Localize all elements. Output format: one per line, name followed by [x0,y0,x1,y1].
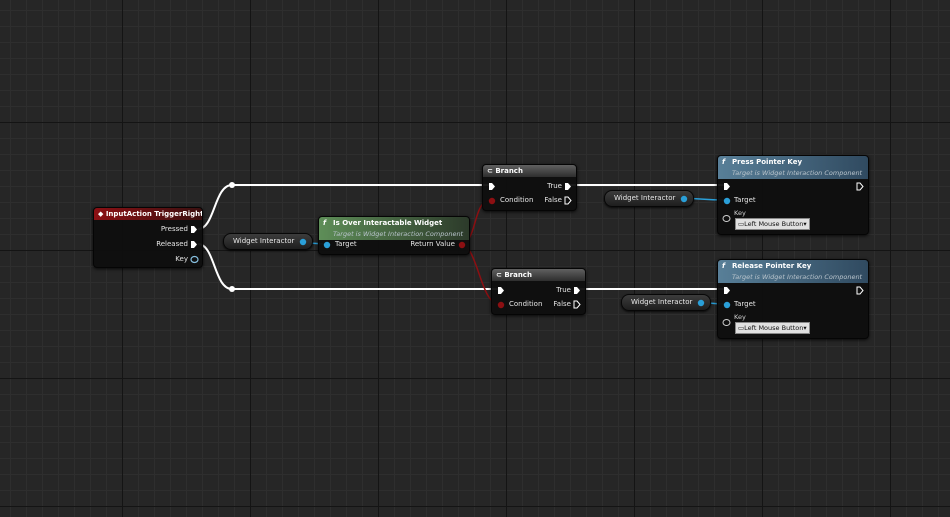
node-subtitle: Target is Widget Interaction Component [732,169,863,177]
press-pointer-key-node[interactable]: f Press Pointer Key Target is Widget Inte… [717,155,869,235]
release-pointer-key-node[interactable]: f Release Pointer Key Target is Widget In… [717,259,869,339]
chevron-down-icon: ▾ [803,220,807,228]
widget-interactor-variable[interactable]: Widget Interactor [604,190,695,207]
exec-in-pin-icon[interactable] [497,286,505,295]
pin-label-key: Key [734,313,746,321]
pin-label-true: True [556,286,571,294]
exec-false-pin-icon[interactable] [564,196,572,205]
input-action-node[interactable]: ◆ InputAction TriggerRight Pressed Relea… [93,207,203,268]
object-pin-icon[interactable] [697,299,705,307]
exec-out-pin-icon[interactable] [856,182,864,191]
node-header[interactable]: f Press Pointer Key Target is Widget Inte… [718,156,868,179]
struct-pin-key-icon[interactable] [190,255,199,264]
node-title: Branch [495,167,523,175]
exec-pin-released-icon[interactable] [190,240,198,249]
bool-pin-return-icon[interactable] [458,241,466,249]
function-icon: f [323,219,327,227]
node-header[interactable]: ⊂ Branch [483,165,576,177]
widget-interactor-variable[interactable]: Widget Interactor [223,233,314,250]
node-title: Is Over Interactable Widget [333,219,443,227]
object-pin-target-icon[interactable] [723,301,731,309]
variable-label: Widget Interactor [631,298,693,306]
exec-false-pin-icon[interactable] [573,300,581,309]
struct-pin-key-icon[interactable] [722,318,731,327]
bool-pin-condition-icon[interactable] [497,301,505,309]
key-selector-dropdown[interactable]: ▭Left Mouse Button▾ [735,218,810,230]
exec-in-pin-icon[interactable] [723,286,731,295]
pin-label-condition: Condition [509,300,543,308]
exec-pin-pressed-icon[interactable] [190,225,198,234]
pin-label-pressed: Pressed [160,225,188,233]
key-selector-dropdown[interactable]: ▭Left Mouse Button▾ [735,322,810,334]
pin-label-target: Target [734,300,756,308]
pin-label-return-value: Return Value [410,240,455,248]
pin-label-key: Key [175,255,188,263]
pin-label-target: Target [335,240,357,248]
wire-reroute-knot[interactable] [229,182,235,188]
is-over-interactable-widget-node[interactable]: f Is Over Interactable Widget Target is W… [318,216,470,255]
node-header[interactable]: ◆ InputAction TriggerRight [94,208,202,220]
pin-label-key: Key [734,209,746,217]
pin-label-condition: Condition [500,196,534,204]
pin-label-target: Target [734,196,756,204]
exec-true-pin-icon[interactable] [573,286,581,295]
exec-out-pin-icon[interactable] [856,286,864,295]
node-title: Release Pointer Key [732,262,812,270]
node-header[interactable]: f Release Pointer Key Target is Widget In… [718,260,868,283]
object-pin-icon[interactable] [680,195,688,203]
branch-node[interactable]: ⊂ Branch True Condition False [491,268,586,315]
exec-in-pin-icon[interactable] [723,182,731,191]
pin-label-false: False [553,300,571,308]
node-title: Branch [504,271,532,279]
pin-label-true: True [547,182,562,190]
object-pin-icon[interactable] [299,238,307,246]
bool-pin-condition-icon[interactable] [488,197,496,205]
event-icon: ◆ [98,210,106,218]
pin-label-false: False [544,196,562,204]
node-header[interactable]: ⊂ Branch [492,269,585,281]
chevron-down-icon: ▾ [803,324,807,332]
branch-node[interactable]: ⊂ Branch True Condition False [482,164,577,211]
node-title: Press Pointer Key [732,158,803,166]
object-pin-target-icon[interactable] [723,197,731,205]
node-title: InputAction TriggerRight [105,210,202,218]
exec-true-pin-icon[interactable] [564,182,572,191]
wire-reroute-knot[interactable] [229,286,235,292]
pin-label-released: Released [156,240,188,248]
struct-pin-key-icon[interactable] [722,214,731,223]
variable-label: Widget Interactor [233,237,295,245]
key-value: Left Mouse Button [744,324,804,332]
exec-in-pin-icon[interactable] [488,182,496,191]
function-icon: f [722,158,726,166]
widget-interactor-variable[interactable]: Widget Interactor [621,294,712,311]
function-icon: f [722,262,726,270]
key-value: Left Mouse Button [744,220,804,228]
object-pin-target-icon[interactable] [323,241,331,249]
node-header[interactable]: f Is Over Interactable Widget Target is W… [319,217,469,240]
node-subtitle: Target is Widget Interaction Component [732,273,863,281]
variable-label: Widget Interactor [614,194,676,202]
